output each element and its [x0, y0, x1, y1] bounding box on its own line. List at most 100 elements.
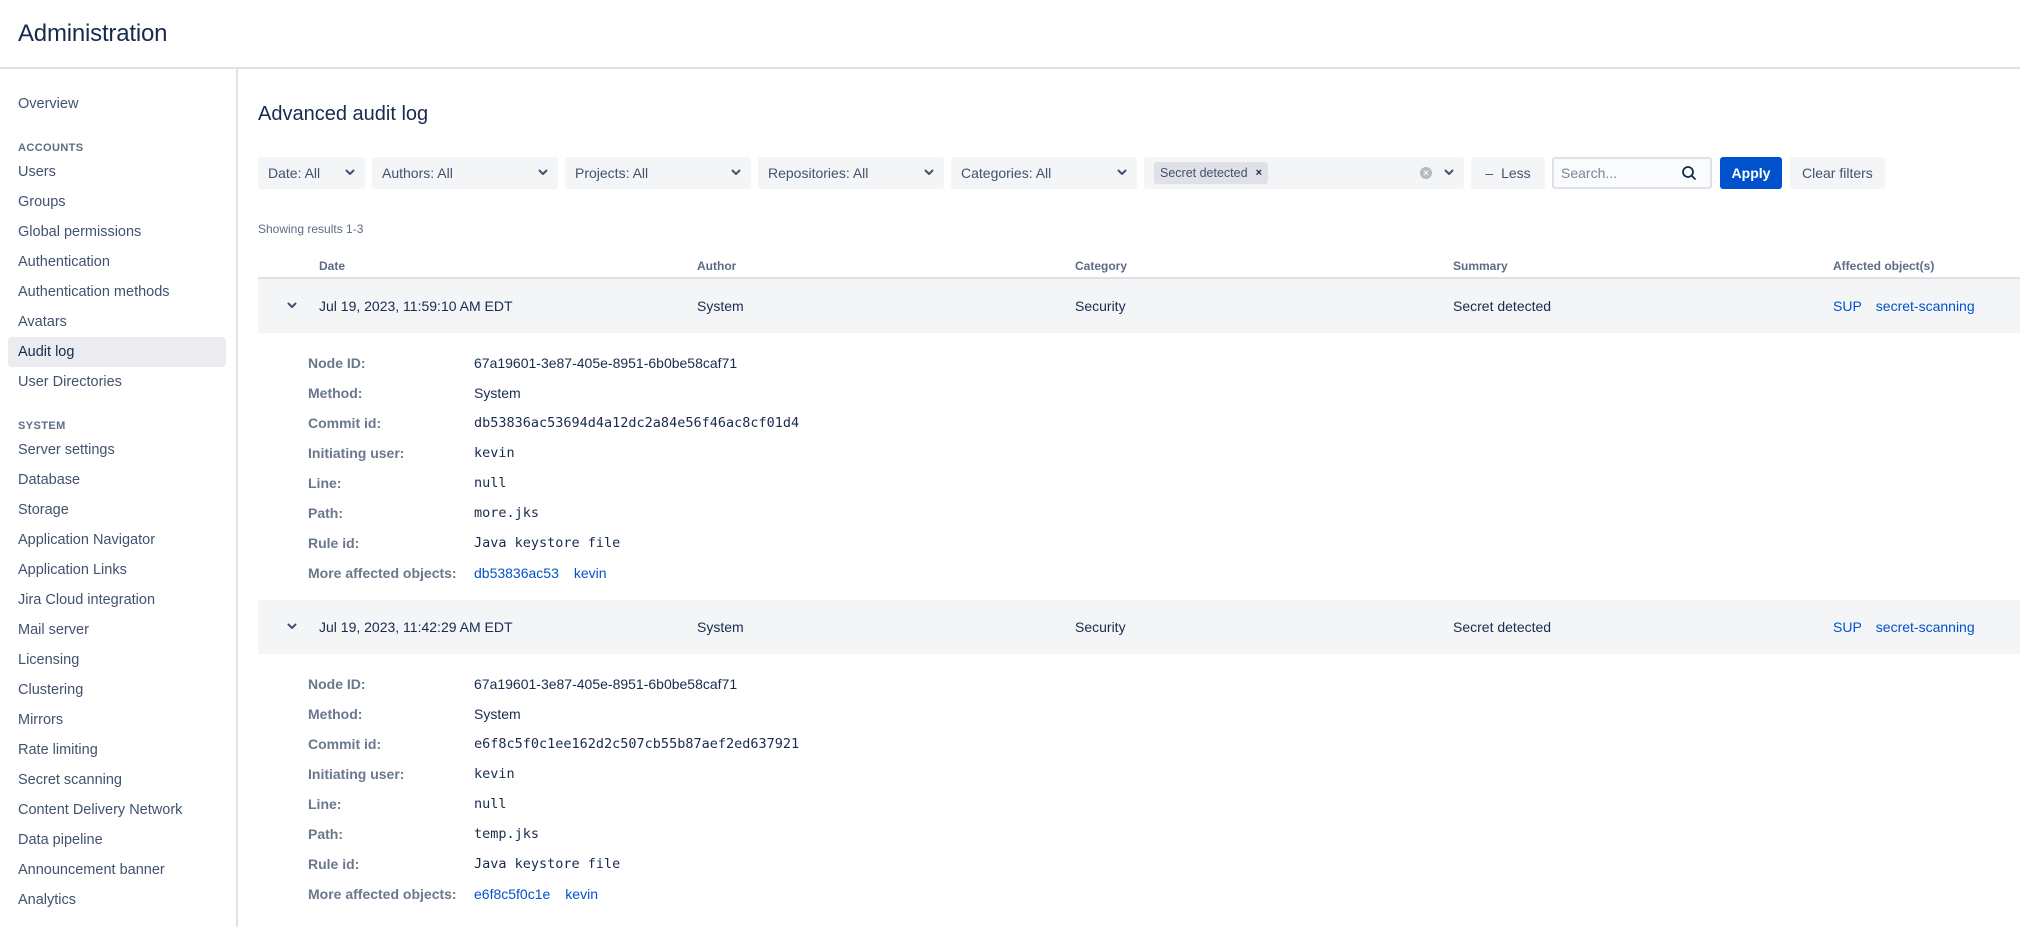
sidebar-item-jira-cloud-integration[interactable]: Jira Cloud integration: [8, 585, 226, 615]
row-details: Node ID: 67a19601-3e87-405e-8951-6b0be58c…: [258, 333, 2020, 600]
row-affected-objects: SUP secret-scanning: [1833, 619, 2020, 635]
chevron-down-icon[interactable]: [281, 300, 297, 312]
detail-label: Path:: [308, 505, 343, 521]
affected-object-link[interactable]: e6f8c5f0c1e: [474, 886, 550, 902]
row-affected-objects: SUP secret-scanning: [1833, 298, 2020, 314]
remove-tag-icon[interactable]: ×: [1256, 167, 1262, 179]
affected-object-link[interactable]: SUP: [1833, 619, 1862, 635]
sidebar-item-overview[interactable]: Overview: [8, 89, 226, 119]
sidebar-item-secret-scanning[interactable]: Secret scanning: [8, 765, 226, 795]
app-title: Administration: [18, 19, 168, 47]
filter-bar: Date: All Authors: All Projects: All Rep…: [258, 157, 2020, 189]
less-filters-button[interactable]: – Less: [1471, 157, 1545, 189]
clear-filters-button[interactable]: Clear filters: [1790, 157, 1885, 189]
projects-filter[interactable]: Projects: All: [565, 157, 751, 189]
sidebar-item-users[interactable]: Users: [8, 157, 226, 187]
row-author: System: [697, 619, 744, 635]
results-count: Showing results 1-3: [258, 222, 364, 236]
summary-tag-label: Secret detected: [1160, 166, 1248, 180]
sidebar-item-rate-limiting[interactable]: Rate limiting: [8, 735, 226, 765]
sidebar-item-application-navigator[interactable]: Application Navigator: [8, 525, 226, 555]
projects-filter-label: Projects: All: [575, 165, 649, 181]
detail-path: temp.jks: [474, 826, 540, 842]
audit-log-table: Date Author Category Summary Affected ob…: [258, 255, 2020, 921]
detail-more-affected: e6f8c5f0c1e kevin: [474, 886, 613, 902]
detail-rule-id: Java keystore file: [474, 535, 621, 551]
date-filter[interactable]: Date: All: [258, 157, 365, 189]
detail-node-id: 67a19601-3e87-405e-8951-6b0be58caf71: [474, 676, 738, 692]
sidebar-section-accounts: ACCOUNTS: [18, 142, 84, 154]
sidebar-item-analytics[interactable]: Analytics: [8, 885, 226, 915]
detail-commit-id: db53836ac53694d4a12dc2a84e56f46ac8cf01d4: [474, 415, 800, 431]
detail-initiating-user: kevin: [474, 766, 515, 782]
sidebar-item-authentication-methods[interactable]: Authentication methods: [8, 277, 226, 307]
column-category[interactable]: Category: [1075, 259, 1453, 273]
sidebar-item-groups[interactable]: Groups: [8, 187, 226, 217]
detail-label: Initiating user:: [308, 445, 405, 461]
sidebar-item-server-settings[interactable]: Server settings: [8, 435, 226, 465]
categories-filter[interactable]: Categories: All: [951, 157, 1137, 189]
detail-line: null: [474, 796, 507, 812]
repositories-filter-label: Repositories: All: [768, 165, 869, 181]
column-summary[interactable]: Summary: [1453, 259, 1833, 273]
chevron-down-icon[interactable]: [281, 621, 297, 633]
detail-label: Method:: [308, 385, 363, 401]
detail-initiating-user: kevin: [474, 445, 515, 461]
row-summary: Secret detected: [1453, 619, 1552, 635]
sidebar-item-avatars[interactable]: Avatars: [8, 307, 226, 337]
authors-filter-label: Authors: All: [382, 165, 453, 181]
column-date[interactable]: Date: [319, 259, 697, 273]
affected-object-link[interactable]: kevin: [574, 565, 607, 581]
minus-icon: –: [1485, 165, 1494, 181]
sidebar-item-licensing[interactable]: Licensing: [8, 645, 226, 675]
search-input[interactable]: [1561, 165, 1681, 181]
date-filter-label: Date: All: [268, 165, 321, 181]
row-category: Security: [1075, 298, 1126, 314]
affected-object-link[interactable]: secret-scanning: [1876, 298, 1975, 314]
row-category: Security: [1075, 619, 1126, 635]
detail-label: Method:: [308, 706, 363, 722]
row-date: Jul 19, 2023, 11:42:29 AM EDT: [319, 619, 513, 635]
chevron-down-icon: [538, 168, 548, 179]
sidebar-item-data-pipeline[interactable]: Data pipeline: [8, 825, 226, 855]
repositories-filter[interactable]: Repositories: All: [758, 157, 944, 189]
chevron-down-icon: [1117, 168, 1127, 179]
sidebar-item-audit-log[interactable]: Audit log: [8, 337, 226, 367]
column-affected-objects: Affected object(s): [1833, 259, 1935, 273]
row-details: Node ID: 67a19601-3e87-405e-8951-6b0be58c…: [258, 654, 2020, 921]
sidebar-item-announcement-banner[interactable]: Announcement banner: [8, 855, 226, 885]
apply-button[interactable]: Apply: [1720, 157, 1782, 189]
search-icon[interactable]: [1681, 165, 1697, 181]
chevron-down-icon: [924, 168, 934, 179]
column-author[interactable]: Author: [697, 259, 1075, 273]
sidebar-item-authentication[interactable]: Authentication: [8, 247, 226, 277]
sidebar-section-system: SYSTEM: [18, 420, 66, 432]
sidebar-item-mirrors[interactable]: Mirrors: [8, 705, 226, 735]
admin-sidebar: Overview ACCOUNTS Users Groups Global pe…: [0, 69, 238, 927]
sidebar-item-content-delivery-network[interactable]: Content Delivery Network: [8, 795, 226, 825]
sidebar-item-user-directories[interactable]: User Directories: [8, 367, 226, 397]
detail-path: more.jks: [474, 505, 540, 521]
affected-object-link[interactable]: SUP: [1833, 298, 1862, 314]
affected-object-link[interactable]: kevin: [565, 886, 598, 902]
sidebar-item-global-permissions[interactable]: Global permissions: [8, 217, 226, 247]
detail-label: Rule id:: [308, 856, 360, 872]
detail-commit-id: e6f8c5f0c1ee162d2c507cb55b87aef2ed637921: [474, 736, 800, 752]
detail-label: Line:: [308, 796, 342, 812]
table-row[interactable]: Jul 19, 2023, 11:42:29 AM EDT System Sec…: [258, 600, 2020, 654]
audit-log-content: Advanced audit log Date: All Authors: Al…: [238, 69, 2020, 927]
sidebar-item-database[interactable]: Database: [8, 465, 226, 495]
clear-selection-icon[interactable]: ✕: [1420, 167, 1432, 179]
detail-label: Path:: [308, 826, 343, 842]
authors-filter[interactable]: Authors: All: [372, 157, 558, 189]
table-row[interactable]: Jul 19, 2023, 11:59:10 AM EDT System Sec…: [258, 279, 2020, 333]
sidebar-item-application-links[interactable]: Application Links: [8, 555, 226, 585]
affected-object-link[interactable]: db53836ac53: [474, 565, 559, 581]
sidebar-item-clustering[interactable]: Clustering: [8, 675, 226, 705]
summary-filter[interactable]: Secret detected × ✕: [1144, 157, 1464, 189]
sidebar-item-storage[interactable]: Storage: [8, 495, 226, 525]
sidebar-item-mail-server[interactable]: Mail server: [8, 615, 226, 645]
row-date: Jul 19, 2023, 11:59:10 AM EDT: [319, 298, 513, 314]
row-summary: Secret detected: [1453, 298, 1552, 314]
affected-object-link[interactable]: secret-scanning: [1876, 619, 1975, 635]
